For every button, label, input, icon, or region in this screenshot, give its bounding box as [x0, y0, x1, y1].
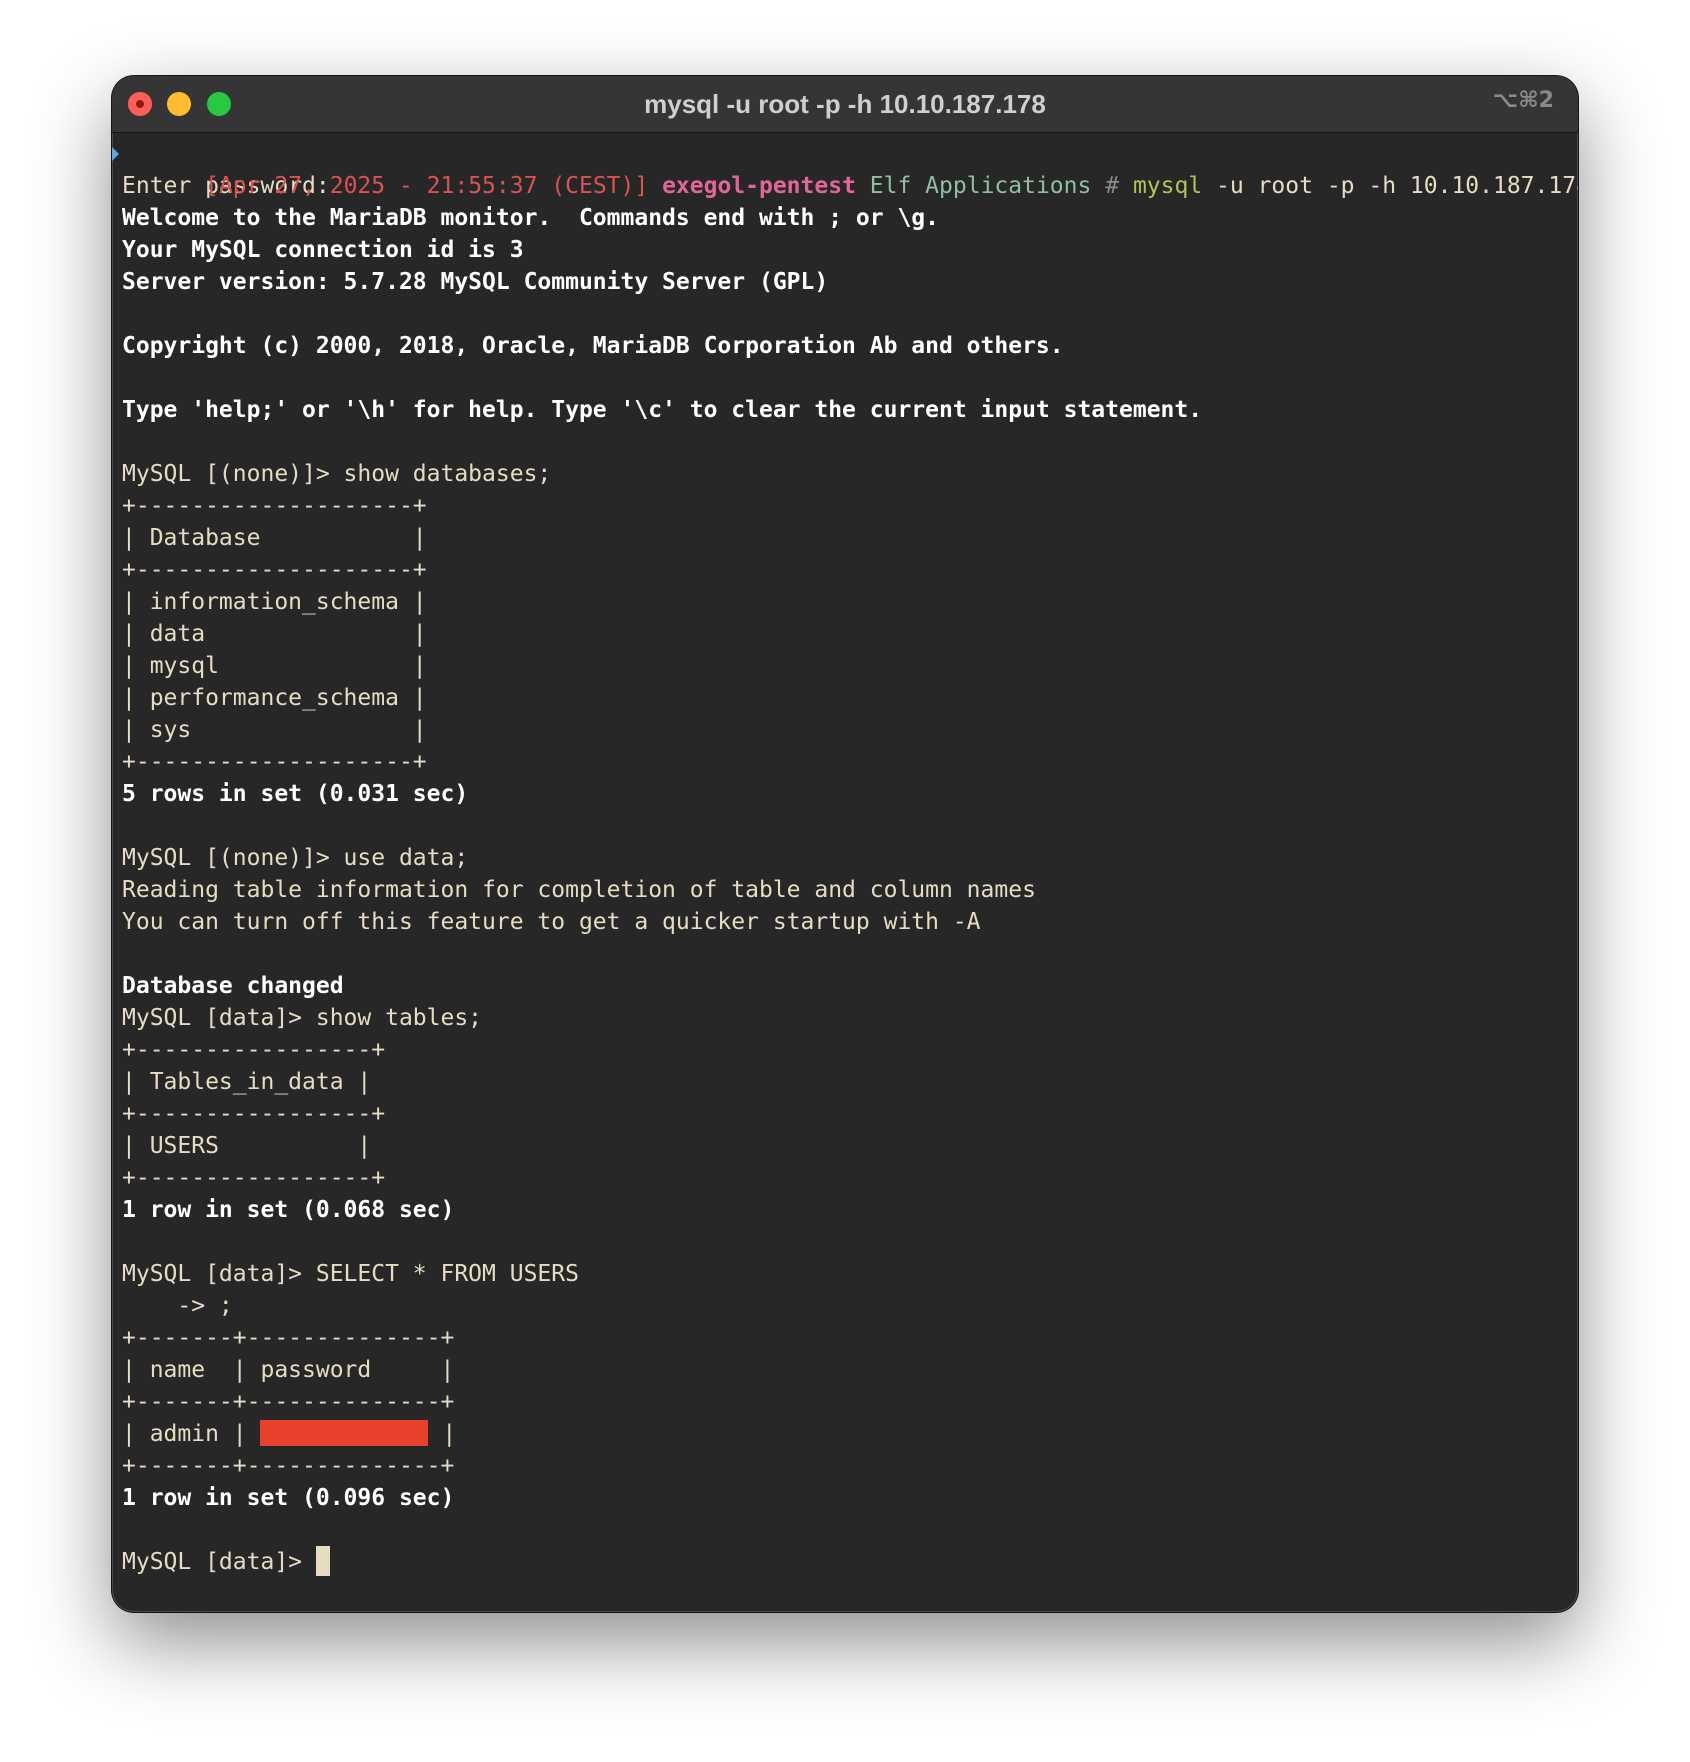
- database-changed-line: Database changed: [122, 973, 344, 999]
- databases-table-row: | mysql |: [122, 653, 427, 679]
- databases-table-row: | data |: [122, 621, 427, 647]
- tables-table-border: +-----------------+: [122, 1037, 386, 1063]
- title-bar: mysql -u root -p -h 10.10.187.178 ⌥⌘2: [112, 76, 1578, 133]
- databases-table-border: +--------------------+: [122, 493, 427, 519]
- shell-prompt-line: [Apr 27, 2025 - 21:55:37 (CEST)] exegol-…: [112, 138, 1578, 199]
- terminal-window: mysql -u root -p -h 10.10.187.178 ⌥⌘2 [A…: [112, 76, 1578, 1612]
- users-table-border: +-------+--------------+: [122, 1389, 455, 1415]
- select-continuation-line: -> ;: [122, 1293, 233, 1319]
- databases-table-header: | Database |: [122, 525, 427, 551]
- welcome-line: Welcome to the MariaDB monitor. Commands…: [122, 205, 939, 231]
- users-table-border: +-------+--------------+: [122, 1453, 455, 1479]
- prompt-command: mysql: [1132, 173, 1203, 199]
- connection-id-line: Your MySQL connection id is 3: [122, 237, 524, 263]
- databases-result-summary: 5 rows in set (0.031 sec): [122, 781, 469, 807]
- final-prompt-line[interactable]: MySQL [data]>: [122, 1546, 1568, 1578]
- terminal-cursor: [315, 1546, 330, 1576]
- tab-shortcut-label: ⌥⌘2: [1492, 88, 1554, 113]
- users-table-border: +-------+--------------+: [122, 1325, 455, 1351]
- help-hint-line: Type 'help;' or '\h' for help. Type '\c'…: [122, 397, 1203, 423]
- prompt-command-args: -u root -p -h 10.10.187.178: [1216, 173, 1578, 199]
- databases-table-row: | information_schema |: [122, 589, 427, 615]
- databases-table-border: +--------------------+: [122, 749, 427, 775]
- terminal-output[interactable]: [Apr 27, 2025 - 21:55:37 (CEST)] exegol-…: [112, 138, 1578, 1578]
- prompt-datetime: [Apr 27, 2025 - 21:55:37 (CEST)]: [205, 173, 649, 199]
- reading-info-line: Reading table information for completion…: [122, 877, 1036, 903]
- tables-table-border: +-----------------+: [122, 1165, 386, 1191]
- final-prompt: MySQL [data]>: [122, 1549, 316, 1575]
- users-result-summary: 1 row in set (0.096 sec): [122, 1485, 455, 1511]
- tables-table-header: | Tables_in_data |: [122, 1069, 372, 1095]
- prompt-host: exegol-pentest: [662, 173, 856, 199]
- prompt-directory: Elf Applications: [869, 173, 1092, 199]
- databases-table-row: | sys |: [122, 717, 427, 743]
- users-table-row: | admin | |: [122, 1418, 1568, 1450]
- turn-off-hint-line: You can turn off this feature to get a q…: [122, 909, 981, 935]
- databases-table-border: +--------------------+: [122, 557, 427, 583]
- server-version-line: Server version: 5.7.28 MySQL Community S…: [122, 269, 829, 295]
- tables-table-row: | USERS |: [122, 1133, 372, 1159]
- users-table-header: | name | password |: [122, 1357, 455, 1383]
- show-databases-command: MySQL [(none)]> show databases;: [122, 461, 552, 487]
- show-tables-command: MySQL [data]> show tables;: [122, 1005, 483, 1031]
- select-users-command: MySQL [data]> SELECT * FROM USERS: [122, 1261, 579, 1287]
- window-title: mysql -u root -p -h 10.10.187.178: [644, 89, 1046, 119]
- prompt-hash: #: [1105, 173, 1120, 199]
- databases-table-row: | performance_schema |: [122, 685, 427, 711]
- users-row-prefix: | admin |: [122, 1421, 261, 1447]
- tables-table-border: +-----------------+: [122, 1101, 386, 1127]
- use-data-command: MySQL [(none)]> use data;: [122, 845, 469, 871]
- prompt-marker-icon: [112, 147, 119, 161]
- tables-result-summary: 1 row in set (0.068 sec): [122, 1197, 455, 1223]
- redacted-password-block: [260, 1420, 429, 1446]
- users-row-suffix: |: [428, 1421, 457, 1447]
- copyright-line: Copyright (c) 2000, 2018, Oracle, MariaD…: [122, 333, 1064, 359]
